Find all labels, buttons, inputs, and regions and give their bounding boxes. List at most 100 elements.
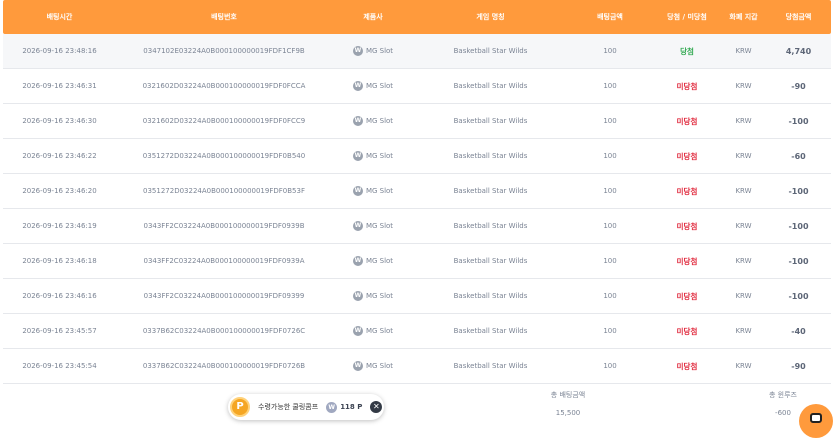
payout-amount: -90 [791,81,806,91]
bet-id: 0321602D03224A0B000100000019FDF0FCCA [142,82,306,90]
payout-amount: 4,740 [785,46,812,56]
provider-cell: W MG Slot [332,291,414,301]
bet-amount: 100 [603,117,617,125]
table-header: 배팅시간 배팅번호 제품사 게임 명칭 배팅금액 당첨 / 미당첨 화폐 지갑 … [3,0,831,34]
currency: KRW [735,327,752,335]
bet-time: 2026-09-16 23:46:18 [22,257,97,265]
payout-amount: -100 [788,221,809,231]
mg-slot-logo-icon: W [352,361,363,371]
bet-id: 0351272D03224A0B000100000019FDF0B540 [142,152,306,160]
result-badge: 미당첨 [676,81,698,91]
chat-button[interactable] [799,404,833,438]
game-name: Basketball Star Wilds [453,47,528,55]
bet-amount: 100 [603,222,617,230]
provider-name: MG Slot [365,327,394,335]
bet-time: 2026-09-16 23:46:30 [22,117,97,125]
provider-cell: W MG Slot [332,326,414,336]
provider-name: MG Slot [365,152,394,160]
total-winloss-label: 총 윈루즈 [769,391,797,399]
game-name: Basketball Star Wilds [453,152,528,160]
bet-id: 0343FF2C03224A0B000100000019FDF0939A [143,257,305,265]
provider-cell: W MG Slot [332,221,414,231]
header-bet-amount: 배팅금액 [597,13,623,21]
provider-name: MG Slot [365,292,394,300]
header-currency: 화폐 지갑 [729,13,758,21]
currency: KRW [735,362,752,370]
table-row: 2026-09-16 23:46:19 0343FF2C03224A0B00010… [3,209,831,244]
bet-time: 2026-09-16 23:48:16 [22,47,97,55]
currency: KRW [735,117,752,125]
comp-points-text: 수령가능한 쿨링콤프 [258,403,319,411]
header-result: 당첨 / 미당첨 [667,13,707,21]
provider-name: MG Slot [365,187,394,195]
result-badge: 미당첨 [676,186,698,196]
bet-time: 2026-09-16 23:45:57 [22,327,97,335]
bet-amount: 100 [603,187,617,195]
bet-history-table: 배팅시간 배팅번호 제품사 게임 명칭 배팅금액 당첨 / 미당첨 화폐 지갑 … [3,0,831,384]
bet-amount: 100 [603,82,617,90]
payout-amount: -60 [791,151,806,161]
bet-time: 2026-09-16 23:46:22 [22,152,97,160]
currency: KRW [735,187,752,195]
mg-slot-logo-icon: W [352,116,363,126]
provider-cell: W MG Slot [332,81,414,91]
payout-amount: -100 [788,256,809,266]
bet-id: 0343FF2C03224A0B000100000019FDF09399 [143,292,305,300]
payout-amount: -40 [791,326,806,336]
bet-amount: 100 [603,327,617,335]
bet-amount: 100 [603,257,617,265]
mg-slot-logo-icon: W [352,291,363,301]
provider-cell: W MG Slot [332,151,414,161]
currency: KRW [735,292,752,300]
game-name: Basketball Star Wilds [453,82,528,90]
comp-points-banner[interactable]: P 수령가능한 쿨링콤프 W 118 P ✕ [228,394,384,420]
currency: KRW [735,82,752,90]
table-row: 2026-09-16 23:48:16 0347102E03224A0B00010… [3,34,831,69]
close-icon[interactable]: ✕ [370,401,383,413]
bet-amount: 100 [603,47,617,55]
currency: KRW [735,257,752,265]
bet-time: 2026-09-16 23:46:16 [22,292,97,300]
mg-slot-logo-icon: W [352,186,363,196]
mg-slot-logo-icon: W [352,221,363,231]
bet-time: 2026-09-16 23:46:20 [22,187,97,195]
provider-name: MG Slot [365,117,394,125]
bet-id: 0347102E03224A0B000100000019FDF1CF9B [143,47,305,55]
bet-amount: 100 [603,152,617,160]
bet-amount: 100 [603,362,617,370]
provider-name: MG Slot [365,47,394,55]
game-name: Basketball Star Wilds [453,187,528,195]
table-row: 2026-09-16 23:46:30 0321602D03224A0B00010… [3,104,831,139]
mg-slot-logo-icon: W [352,151,363,161]
header-game-name: 게임 명칭 [476,13,505,21]
header-provider: 제품사 [363,13,383,21]
bet-id: 0343FF2C03224A0B000100000019FDF0939B [143,222,305,230]
total-bet-value: 15,500 [555,409,581,417]
header-bet-id: 배팅번호 [211,13,237,21]
comp-points-value: 118 P [340,403,363,411]
result-badge: 당첨 [680,46,694,56]
mg-slot-logo-icon: W [352,256,363,266]
provider-cell: W MG Slot [332,361,414,371]
provider-name: MG Slot [365,82,394,90]
game-name: Basketball Star Wilds [453,292,528,300]
currency: KRW [735,222,752,230]
total-bet-label: 총 배팅금액 [550,391,586,399]
table-row: 2026-09-16 23:46:20 0351272D03224A0B00010… [3,174,831,209]
chat-bubble-icon [810,413,822,423]
mg-slot-logo-icon: W [352,326,363,336]
result-badge: 미당첨 [676,151,698,161]
bet-id: 0351272D03224A0B000100000019FDF0B53F [143,187,305,195]
table-row: 2026-09-16 23:46:31 0321602D03224A0B00010… [3,69,831,104]
provider-cell: W MG Slot [332,46,414,56]
currency: KRW [735,47,752,55]
bet-amount: 100 [603,292,617,300]
game-name: Basketball Star Wilds [453,327,528,335]
table-row: 2026-09-16 23:45:54 0337B62C03224A0B00010… [3,349,831,384]
payout-amount: -100 [788,291,809,301]
provider-cell: W MG Slot [332,186,414,196]
result-badge: 미당첨 [676,256,698,266]
provider-name: MG Slot [365,257,394,265]
mg-slot-logo-icon: W [352,81,363,91]
header-bet-time: 배팅시간 [46,13,73,21]
